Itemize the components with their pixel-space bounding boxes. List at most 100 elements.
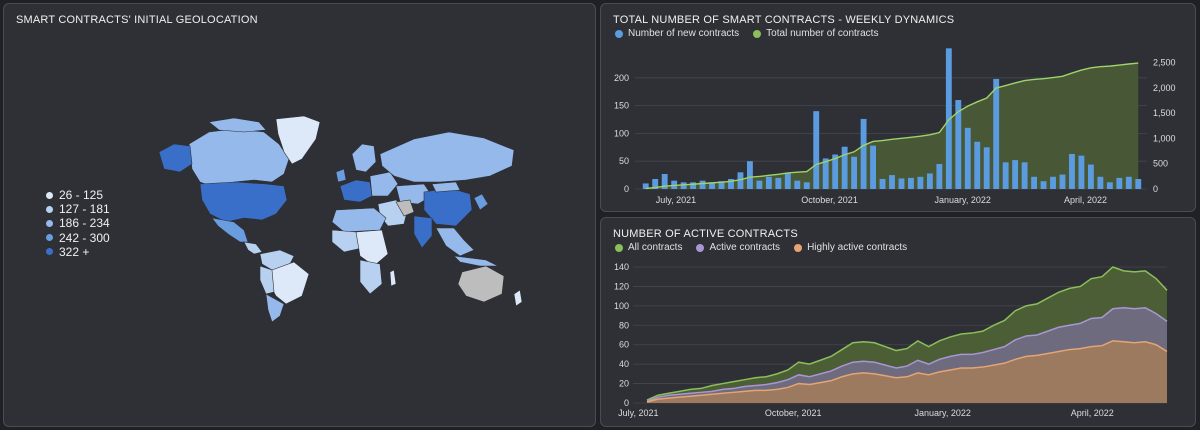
region-central-america[interactable] bbox=[243, 241, 263, 255]
new-contracts-bar bbox=[841, 146, 848, 189]
new-contracts-bar bbox=[803, 182, 810, 189]
new-contracts-bar bbox=[1040, 181, 1047, 189]
new-contracts-bar bbox=[1002, 162, 1009, 189]
new-contracts-bar bbox=[1116, 177, 1123, 189]
y-left-tick-label: 150 bbox=[614, 101, 629, 111]
new-contracts-bar bbox=[879, 178, 886, 189]
map-legend-item: 242 - 300 bbox=[46, 231, 110, 245]
region-southern-africa[interactable] bbox=[359, 259, 383, 295]
region-southeast-asia[interactable] bbox=[435, 227, 475, 257]
legend-swatch-icon bbox=[46, 205, 53, 213]
x-tick-label: January, 2022 bbox=[934, 195, 990, 205]
legend-swatch-icon bbox=[46, 220, 53, 227]
x-tick-label: April, 2022 bbox=[1064, 195, 1107, 205]
y-tick-label: 100 bbox=[614, 301, 629, 311]
map-legend-item: 127 - 181 bbox=[46, 202, 110, 216]
new-contracts-bar bbox=[983, 147, 990, 189]
country-uk[interactable] bbox=[335, 168, 347, 183]
new-contracts-bar bbox=[860, 118, 867, 189]
region-arctic-islands[interactable] bbox=[208, 117, 267, 133]
new-contracts-bar bbox=[898, 178, 905, 189]
region-north-africa[interactable] bbox=[331, 207, 387, 233]
y-tick-label: 40 bbox=[619, 359, 629, 369]
new-contracts-bar bbox=[1012, 160, 1019, 189]
region-scandinavia[interactable] bbox=[351, 143, 377, 173]
new-contracts-bar bbox=[1087, 164, 1094, 189]
y-tick-label: 140 bbox=[614, 262, 629, 272]
x-tick-label: October, 2021 bbox=[765, 408, 822, 418]
country-russia[interactable] bbox=[379, 131, 515, 183]
country-new-zealand[interactable] bbox=[513, 289, 523, 307]
country-alaska[interactable] bbox=[158, 143, 193, 173]
y-right-tick-label: 2,000 bbox=[1153, 83, 1176, 93]
weekly-chart: 0 50 100 150 200 0 500 1,000 1,500 2,000 2,500 July… bbox=[614, 48, 1176, 205]
x-tick-label: January, 2022 bbox=[915, 408, 971, 418]
y-left-tick-label: 100 bbox=[614, 128, 629, 138]
map-legend-item: 186 - 234 bbox=[46, 216, 110, 230]
map-legend-label: 26 - 125 bbox=[59, 188, 104, 202]
new-contracts-bar bbox=[775, 177, 782, 189]
new-contracts-bar bbox=[1050, 176, 1056, 189]
map-legend-item: 322 + bbox=[46, 245, 110, 259]
country-australia[interactable] bbox=[457, 265, 505, 303]
new-contracts-bar bbox=[1059, 174, 1066, 189]
geolocation-panel: SMART CONTRACTS' INITIAL GEOLOCATION 26 … bbox=[3, 3, 596, 427]
new-contracts-bar bbox=[794, 180, 801, 189]
country-madagascar[interactable] bbox=[389, 269, 397, 287]
new-contracts-bar bbox=[993, 78, 1000, 189]
y-tick-label: 20 bbox=[619, 379, 629, 389]
y-tick-label: 60 bbox=[619, 340, 629, 350]
y-left-tick-label: 200 bbox=[614, 73, 629, 83]
y-tick-label: 80 bbox=[619, 320, 629, 330]
country-mongolia[interactable] bbox=[431, 181, 461, 193]
y-right-tick-label: 500 bbox=[1153, 159, 1168, 169]
legend-swatch-icon bbox=[46, 234, 53, 242]
country-mexico[interactable] bbox=[211, 217, 249, 243]
country-india[interactable] bbox=[413, 215, 433, 249]
country-japan-korea[interactable] bbox=[473, 193, 489, 211]
weekly-dynamics-panel: TOTAL NUMBER OF SMART CONTRACTS - WEEKLY… bbox=[600, 3, 1196, 212]
x-tick-label: April, 2022 bbox=[1071, 408, 1114, 418]
map-legend-label: 127 - 181 bbox=[59, 202, 110, 217]
country-peru-bolivia[interactable] bbox=[259, 265, 275, 295]
new-contracts-bar bbox=[1031, 176, 1038, 189]
y-right-tick-label: 1,500 bbox=[1153, 108, 1176, 118]
active-contracts-panel: NUMBER OF ACTIVE CONTRACTS All contracts… bbox=[600, 217, 1196, 427]
new-contracts-bar bbox=[1078, 155, 1085, 189]
new-contracts-bar bbox=[851, 156, 858, 189]
new-contracts-bar bbox=[756, 180, 763, 189]
total-contracts-area bbox=[641, 63, 1139, 189]
country-indonesia[interactable] bbox=[453, 255, 499, 267]
y-tick-label: 0 bbox=[624, 398, 629, 408]
y-right-tick-label: 2,500 bbox=[1153, 58, 1176, 68]
map-legend-label: 322 + bbox=[59, 244, 90, 259]
new-contracts-bar bbox=[1097, 176, 1104, 189]
new-contracts-bar bbox=[917, 176, 924, 189]
new-contracts-bar bbox=[1135, 178, 1142, 189]
new-contracts-bar bbox=[889, 175, 895, 189]
active-chart: 0 20 40 60 80 100 120 140 July, 2021 October, 202… bbox=[614, 262, 1168, 418]
map-legend-item: 26 - 125 bbox=[46, 188, 110, 202]
new-contracts-bar bbox=[964, 127, 971, 189]
country-canada[interactable] bbox=[188, 128, 290, 189]
region-western-europe[interactable] bbox=[339, 179, 373, 203]
new-contracts-bar bbox=[784, 173, 791, 189]
map-legend: 26 - 125 127 - 181 186 - 234 242 - 300 322 + bbox=[46, 188, 110, 259]
new-contracts-bar bbox=[765, 176, 772, 189]
x-tick-label: July, 2021 bbox=[656, 195, 696, 205]
x-tick-label: July, 2021 bbox=[618, 408, 658, 418]
new-contracts-bar bbox=[813, 111, 820, 189]
map-legend-label: 186 - 234 bbox=[59, 216, 110, 231]
legend-swatch-icon bbox=[46, 248, 53, 256]
new-contracts-bar bbox=[1021, 162, 1028, 189]
y-left-tick-label: 0 bbox=[624, 184, 629, 194]
y-tick-label: 120 bbox=[614, 281, 629, 291]
legend-swatch-icon bbox=[46, 191, 53, 199]
new-contracts-bar bbox=[690, 182, 697, 189]
new-contracts-bar bbox=[974, 141, 981, 189]
y-left-tick-label: 50 bbox=[619, 156, 629, 166]
map-legend-label: 242 - 300 bbox=[59, 230, 110, 245]
new-contracts-bar bbox=[926, 173, 933, 189]
new-contracts-bar bbox=[908, 177, 914, 189]
country-usa[interactable] bbox=[199, 181, 288, 223]
